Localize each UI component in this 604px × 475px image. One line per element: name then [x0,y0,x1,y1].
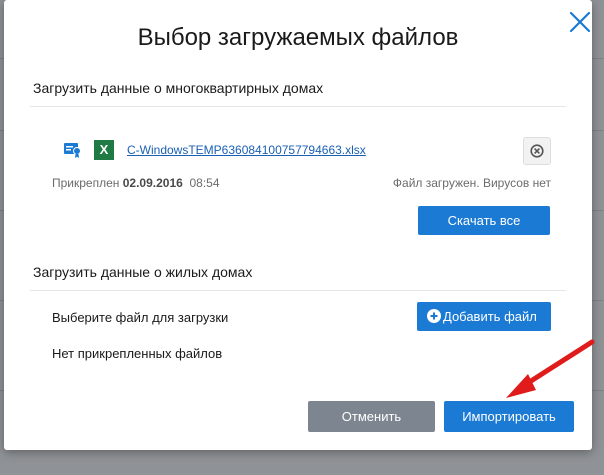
section-apartment-buildings-title: Загрузить данные о многоквартирных домах [33,80,324,96]
attached-date: 02.09.2016 [122,176,183,190]
excel-icon: X [94,140,114,160]
attached-time: 08:54 [189,176,220,190]
signature-icon[interactable] [64,142,82,158]
attached-label: Прикреплен [52,176,120,190]
attached-file-link[interactable]: C-WindowsTEMP636084100757794663.xlsx [127,143,366,157]
file-selection-dialog: Выбор загружаемых файлов Загрузить данны… [4,0,595,450]
section-residential-houses-title: Загрузить данные о жилых домах [33,264,253,280]
plus-circle-icon [427,309,441,323]
dialog-title: Выбор загружаемых файлов [137,24,459,51]
add-file-button[interactable]: Добавить файл [417,302,551,331]
cancel-button[interactable]: Отменить [308,401,435,432]
remove-icon [530,144,544,158]
section-divider [30,290,566,291]
remove-file-button[interactable] [523,137,551,165]
import-button[interactable]: Импортировать [444,401,574,432]
add-file-label: Добавить файл [443,309,537,324]
choose-file-label: Выберите файл для загрузки [52,310,229,325]
section-divider [30,106,566,107]
file-attached-info: Прикреплен 02.09.2016 08:54 [52,176,220,190]
file-status: Файл загружен. Вирусов нет [392,176,551,190]
download-all-button[interactable]: Скачать все [418,206,550,235]
annotation-arrow-icon [506,339,595,398]
no-files-label: Нет прикрепленных файлов [52,346,223,361]
